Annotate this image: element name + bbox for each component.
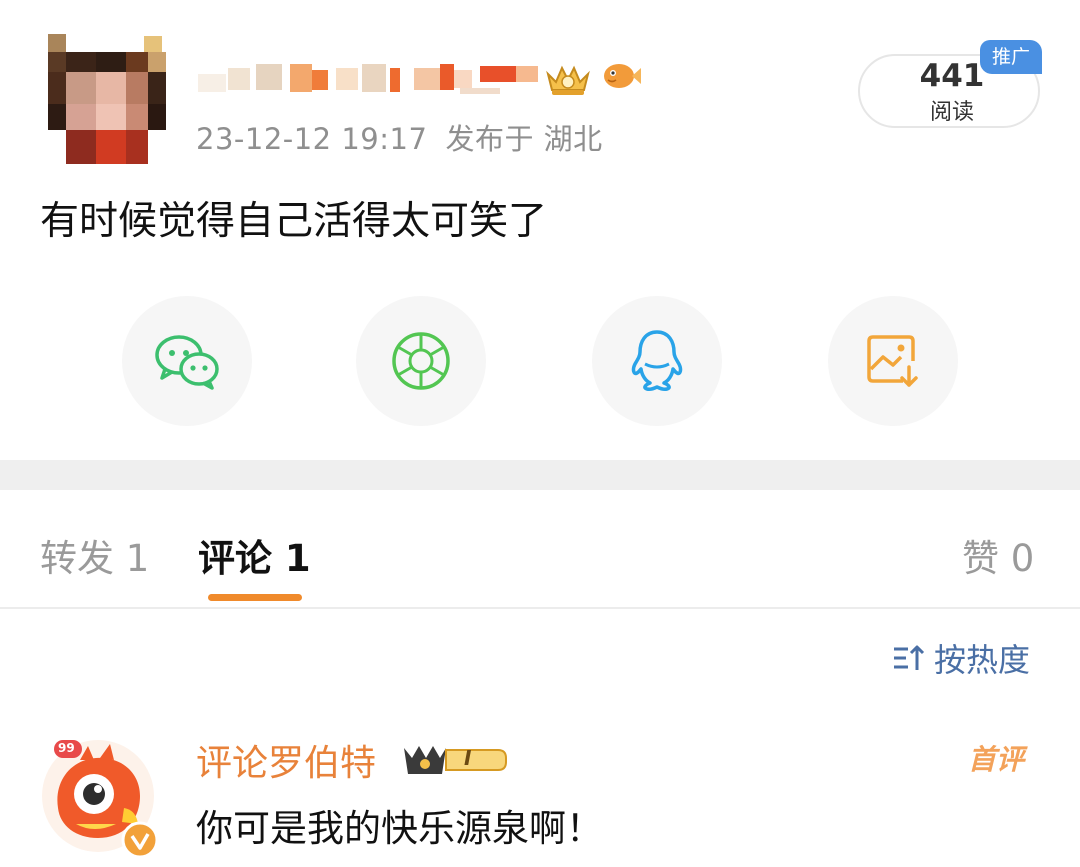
tab-comments[interactable]: 评论 1 [198, 528, 311, 582]
qq-icon [631, 330, 683, 391]
post-text: 有时候觉得自己活得太可笑了 [40, 199, 548, 244]
sort-icon [894, 645, 925, 670]
section-divider [0, 460, 1080, 490]
comment-author[interactable]: 评论罗伯特 [196, 734, 376, 786]
share-moments-button[interactable] [356, 296, 486, 426]
comment-avatar[interactable]: 99 [40, 738, 162, 860]
user-avatar[interactable] [48, 34, 166, 164]
avatar-number: 99 [58, 741, 75, 755]
tab-likes[interactable]: 赞 0 [962, 528, 1034, 582]
post-timestamp: 23-12-12 19:17 [196, 122, 428, 156]
fish-badge-icon [600, 58, 642, 94]
tabs-divider [0, 607, 1080, 609]
share-wechat-button[interactable] [122, 296, 252, 426]
level-badge: I [402, 740, 510, 780]
tab-repost[interactable]: 转发 1 [40, 528, 149, 582]
post-meta: 23-12-12 19:17 发布于 湖北 [196, 116, 603, 158]
share-qq-button[interactable] [592, 296, 722, 426]
save-image-button[interactable] [828, 296, 958, 426]
sort-label: 按热度 [934, 641, 1031, 679]
wechat-icon [155, 335, 219, 390]
sort-by-hot-button[interactable]: 按热度 [892, 638, 1031, 679]
comment-text: 你可是我的快乐源泉啊！ [196, 807, 603, 850]
moments-icon [392, 332, 450, 390]
active-tab-indicator [208, 594, 302, 601]
save-image-icon [867, 335, 918, 387]
promo-tag[interactable]: 推广 [980, 40, 1042, 74]
level-text: I [464, 746, 472, 770]
vip-crown-icon [544, 58, 592, 98]
username[interactable] [198, 60, 538, 96]
first-comment-badge: 首评 [968, 743, 1025, 776]
read-label: 阅读 [929, 100, 974, 125]
post-location: 发布于 湖北 [445, 122, 603, 156]
